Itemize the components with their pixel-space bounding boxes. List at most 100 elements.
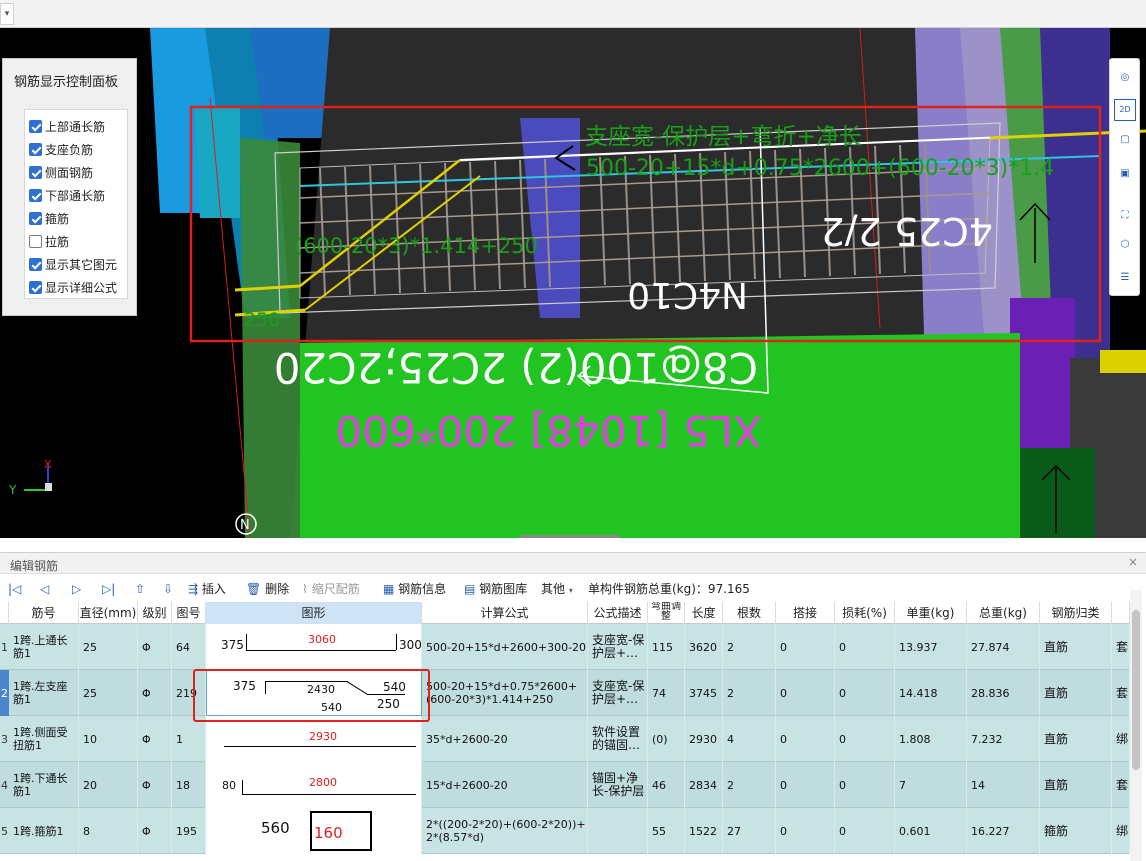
edit-rebar-header: 编辑钢筋 × [0, 552, 1146, 574]
col-lap[interactable]: 搭接 [776, 602, 835, 624]
ruler-icon: ⌇ [302, 582, 308, 596]
checkbox-tie[interactable]: 拉筋 [29, 231, 69, 251]
cube-icon[interactable]: ▢ [1114, 129, 1136, 151]
total-weight: 单构件钢筋总重(kg)：97.165 [588, 582, 750, 596]
checkbox-other-elements[interactable]: 显示其它图元 [29, 254, 117, 274]
delete-button[interactable]: 🗑 删除 [246, 580, 289, 598]
shape-line [224, 746, 416, 747]
fullscreen-icon[interactable]: ⛶ [1114, 205, 1136, 227]
checkbox-icon[interactable] [29, 165, 42, 179]
shape-line [242, 794, 416, 795]
shape-cell[interactable]: 560 160 [206, 808, 422, 854]
rebar-display-control-panel: 钢筋显示控制面板 上部通长筋 支座负筋 侧面钢筋 下部通长筋 箍筋 拉筋 显示其… [2, 58, 137, 316]
col-category[interactable]: 钢筋归类 [1040, 602, 1112, 624]
scale-rebar-button[interactable]: ⌇ 缩尺配筋 [302, 580, 360, 598]
cube-select-icon[interactable]: ⬡ [1114, 234, 1136, 256]
checkbox-icon[interactable] [29, 234, 42, 248]
view-tools: ◎ 2D ▢ ▣ ⛶ ⬡ ☰ [1109, 58, 1140, 296]
col-desc[interactable]: 公式描述 [588, 602, 648, 624]
other-menu[interactable]: 其他 ▾ [541, 580, 573, 598]
shape-cell[interactable]: 375 3060 300 [206, 624, 422, 670]
checkbox-support-neg[interactable]: 支座负筋 [29, 139, 93, 159]
shape-cell[interactable]: 80 2800 [206, 762, 422, 808]
sphere-view-icon[interactable]: ◎ [1114, 67, 1136, 89]
prev-icon[interactable]: ◁ [40, 580, 49, 598]
list-view-icon[interactable]: ☰ [1114, 267, 1136, 289]
scroll-thumb[interactable] [1132, 610, 1140, 770]
move-up-icon[interactable]: ⇧ [135, 580, 145, 598]
close-icon[interactable]: × [1128, 555, 1138, 569]
rebar-n4c10-label: N4C10 [627, 274, 748, 315]
edit-toolbar: |◁ ◁ ▷ ▷| ⇧ ⇩ ⇶ 插入 🗑 删除 ⌇ 缩尺配筋 ▦ 钢筋信息 ▤ … [0, 576, 1146, 601]
col-loss[interactable]: 损耗(%) [835, 602, 895, 624]
label-250: 250 [244, 309, 280, 331]
rebar-library-button[interactable]: ▤ 钢筋图库 [464, 580, 527, 598]
col-bend[interactable]: 弯曲调整 [648, 602, 685, 624]
box-icon[interactable]: ▣ [1114, 163, 1136, 185]
last-icon[interactable]: ▷| [102, 580, 115, 598]
top-formula: 500-20+15*d+0.75*2600+(600-20*3)*1.4 [586, 156, 1054, 181]
checkbox-icon[interactable] [29, 280, 42, 294]
rebar-info-button[interactable]: ▦ 钢筋信息 [383, 580, 446, 598]
table-row[interactable]: 2 1跨.左支座筋1 25 Φ 219 375 2430 540 540 250… [0, 670, 1130, 716]
checkbox-bottom-through[interactable]: 下部通长筋 [29, 185, 105, 205]
rebar-table: 筋号 直径(mm) 级别 图号 图形 计算公式 公式描述 弯曲调整 长度 根数 … [0, 602, 1130, 861]
move-down-icon[interactable]: ⇩ [163, 580, 173, 598]
table-row[interactable]: 3 1跨.侧面受扭筋1 10 Φ 1 2930 35*d+2600-20 软件设… [0, 716, 1130, 762]
col-grade[interactable]: 级别 [138, 602, 172, 624]
checkbox-icon[interactable] [29, 211, 42, 225]
shape-line [346, 681, 368, 695]
checkbox-stirrup[interactable]: 箍筋 [29, 208, 69, 228]
trash-icon: 🗑 [246, 582, 262, 596]
checkbox-icon[interactable] [29, 188, 42, 202]
col-count[interactable]: 根数 [723, 602, 776, 624]
chevron-down-icon: ▾ [568, 586, 573, 595]
top-toolbar: ▾ [0, 0, 1146, 28]
table-row[interactable]: 1 1跨.上通长筋1 25 Φ 64 375 3060 300 500-20+1… [0, 624, 1130, 670]
insert-button[interactable]: ⇶ 插入 [188, 580, 226, 598]
panel-title: 钢筋显示控制面板 [14, 75, 119, 90]
col-shape[interactable]: 图形 [206, 602, 422, 624]
library-icon: ▤ [464, 582, 476, 596]
col-length[interactable]: 长度 [685, 602, 723, 624]
table-row[interactable]: 5 1跨.箍筋1 8 Φ 195 560 160 2*((200-2*20)+(… [0, 808, 1130, 854]
checkbox-icon[interactable] [29, 142, 42, 156]
shape-cell[interactable]: 2930 [206, 716, 422, 762]
stirrup-label: C8@100(2) 2C25;2C20 [274, 343, 758, 392]
axis-y-label: Y [8, 483, 17, 497]
left-formula: (600-20*3)*1.414+250 [295, 234, 538, 258]
3d-viewport[interactable]: 支座宽-保护层+弯折+净长 500-20+15*d+0.75*2600+(600… [0, 28, 1146, 538]
shape-line [265, 681, 266, 694]
checkbox-side-rebar[interactable]: 侧面钢筋 [29, 162, 93, 182]
col-total-weight[interactable]: 总重(kg) [967, 602, 1040, 624]
col-bar-no[interactable]: 筋号 [9, 602, 79, 624]
3d-scene: 支座宽-保护层+弯折+净长 500-20+15*d+0.75*2600+(600… [8, 28, 1146, 538]
svg-text:N: N [240, 518, 250, 533]
col-unit-weight[interactable]: 单重(kg) [895, 602, 967, 624]
checkbox-detail-formula[interactable]: 显示详细公式 [29, 277, 117, 297]
2d-icon[interactable]: 2D [1114, 99, 1136, 121]
vertical-scrollbar[interactable] [1130, 590, 1142, 861]
col-diameter[interactable]: 直径(mm) [79, 602, 138, 624]
checkbox-icon[interactable] [29, 119, 42, 133]
svg-text:X: X [44, 458, 52, 471]
checkbox-icon[interactable] [29, 257, 42, 271]
col-figure-no[interactable]: 图号 [172, 602, 206, 624]
shape-line [367, 694, 405, 695]
table-row[interactable]: 4 1跨.下通长筋1 20 Φ 18 80 2800 15*d+2600-20 … [0, 762, 1130, 808]
shape-line [396, 634, 397, 650]
next-icon[interactable]: ▷ [72, 580, 81, 598]
shape-cell[interactable]: 375 2430 540 540 250 [206, 670, 422, 716]
info-icon: ▦ [383, 582, 395, 596]
insert-icon: ⇶ [188, 582, 199, 596]
shape-line [242, 780, 243, 794]
first-icon[interactable]: |◁ [8, 580, 21, 598]
checkbox-top-through[interactable]: 上部通长筋 [29, 116, 105, 136]
shape-line [265, 681, 348, 682]
table-header: 筋号 直径(mm) 级别 图号 图形 计算公式 公式描述 弯曲调整 长度 根数 … [0, 602, 1130, 624]
checkbox-list: 上部通长筋 支座负筋 侧面钢筋 下部通长筋 箍筋 拉筋 显示其它图元 显示详细公… [24, 109, 128, 299]
col-formula[interactable]: 计算公式 [422, 602, 588, 624]
top-formula-label: 支座宽-保护层+弯折+净长 [585, 124, 862, 150]
dropdown-toggle[interactable]: ▾ [0, 3, 14, 25]
shape-line [246, 650, 396, 651]
